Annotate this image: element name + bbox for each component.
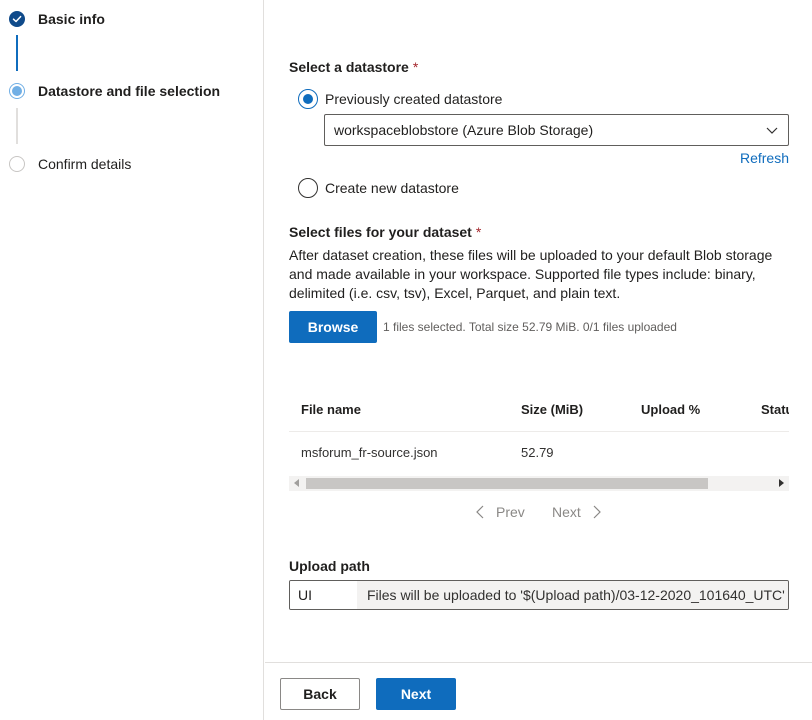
next-button[interactable]: Next	[376, 678, 456, 710]
radio-unselected-icon	[298, 178, 318, 198]
radio-previously-created-datastore[interactable]: Previously created datastore	[298, 89, 502, 109]
files-table: File name Size (MiB) Upload % Status msf…	[289, 390, 789, 490]
chevron-right-icon	[590, 504, 604, 520]
pending-step-dot-icon	[9, 156, 25, 172]
step-connector-pending	[16, 108, 18, 144]
scrollbar-thumb[interactable]	[306, 478, 708, 489]
step-label: Datastore and file selection	[38, 83, 221, 99]
datastore-dropdown[interactable]: workspaceblobstore (Azure Blob Storage)	[324, 114, 789, 146]
browse-button[interactable]: Browse	[289, 311, 377, 343]
upload-path-suffix: Files will be uploaded to '$(Upload path…	[357, 581, 788, 609]
table-divider	[289, 431, 789, 432]
required-marker: *	[475, 224, 482, 240]
files-status-text: 1 files selected. Total size 52.79 MiB. …	[383, 320, 677, 334]
radio-selected-icon	[298, 89, 318, 109]
upload-path-input[interactable]	[290, 581, 357, 609]
prev-page-button[interactable]: Prev	[473, 504, 525, 520]
cell-size: 52.79	[521, 445, 554, 460]
scroll-left-arrow-icon[interactable]	[294, 479, 299, 487]
section-title-text: Select files for your dataset	[289, 224, 472, 240]
step-label: Basic info	[38, 11, 105, 27]
next-page-button[interactable]: Next	[552, 504, 604, 520]
create-dataset-wizard: Basic info Datastore and file selection …	[0, 0, 812, 720]
refresh-link[interactable]: Refresh	[740, 150, 789, 166]
select-datastore-title: Select a datastore *	[289, 59, 418, 75]
column-header-status[interactable]: Status	[761, 402, 789, 417]
chevron-left-icon	[473, 504, 487, 520]
radio-create-new-datastore[interactable]: Create new datastore	[298, 178, 459, 198]
column-header-file-name[interactable]: File name	[301, 402, 361, 417]
back-button[interactable]: Back	[280, 678, 360, 710]
prev-label: Prev	[496, 504, 525, 520]
chevron-down-icon	[764, 122, 780, 141]
step-connector-complete	[16, 35, 18, 71]
table-horizontal-scrollbar[interactable]	[289, 476, 789, 491]
next-label: Next	[552, 504, 581, 520]
wizard-steps-panel: Basic info Datastore and file selection …	[0, 0, 264, 720]
radio-label: Create new datastore	[325, 180, 459, 196]
check-icon	[9, 11, 25, 27]
step-label: Confirm details	[38, 156, 132, 172]
column-header-size[interactable]: Size (MiB)	[521, 402, 583, 417]
column-header-upload[interactable]: Upload %	[641, 402, 700, 417]
files-description: After dataset creation, these files will…	[289, 247, 773, 301]
upload-path-title: Upload path	[289, 558, 370, 574]
active-step-dot-icon	[10, 84, 24, 98]
dropdown-selected-value: workspaceblobstore (Azure Blob Storage)	[334, 122, 594, 138]
upload-path-field: Files will be uploaded to '$(Upload path…	[289, 580, 789, 610]
scroll-right-arrow-icon[interactable]	[779, 479, 784, 487]
select-files-title: Select files for your dataset *	[289, 224, 481, 240]
section-title-text: Select a datastore	[289, 59, 409, 75]
main-content: Select a datastore * Previously created d…	[265, 0, 812, 720]
required-marker: *	[412, 59, 419, 75]
wizard-footer: Back Next	[265, 662, 812, 720]
radio-label: Previously created datastore	[325, 91, 503, 107]
cell-file-name: msforum_fr-source.json	[301, 445, 438, 460]
